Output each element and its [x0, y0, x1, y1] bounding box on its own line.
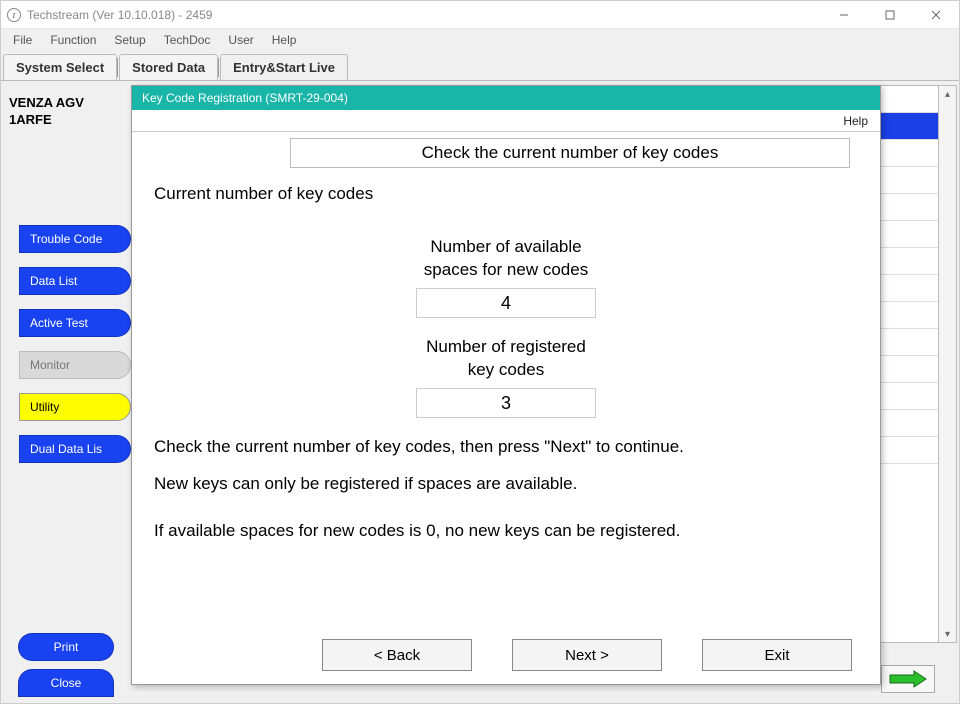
menu-function[interactable]: Function [42, 31, 104, 49]
available-label: Number of available spaces for new codes [160, 236, 852, 282]
dialog-instruction-2: New keys can only be registered if space… [154, 473, 852, 496]
forward-button[interactable] [881, 665, 935, 693]
dialog-heading: Check the current number of key codes [290, 138, 850, 168]
close-button[interactable] [913, 1, 959, 29]
data-list-button[interactable]: Data List [19, 267, 131, 295]
vehicle-info: VENZA AGV 1ARFE [1, 91, 131, 145]
menu-techdoc[interactable]: TechDoc [156, 31, 219, 49]
sidebar: VENZA AGV 1ARFE Trouble Code Data List A… [1, 81, 131, 703]
arrow-right-icon [888, 670, 928, 688]
available-value: 4 [416, 288, 596, 318]
tab-stored-data[interactable]: Stored Data [119, 54, 218, 80]
trouble-codes-button[interactable]: Trouble Code [19, 225, 131, 253]
minimize-button[interactable] [821, 1, 867, 29]
menu-setup[interactable]: Setup [106, 31, 153, 49]
main-area: VENZA AGV 1ARFE Trouble Code Data List A… [1, 81, 959, 703]
dialog-title: Key Code Registration (SMRT-29-004) [132, 86, 880, 110]
utility-button[interactable]: Utility [19, 393, 131, 421]
registered-label: Number of registered key codes [160, 336, 852, 382]
window-title: Techstream (Ver 10.10.018) - 2459 [27, 8, 212, 22]
menu-file[interactable]: File [5, 31, 40, 49]
tabstrip: System Select Stored Data Entry&Start Li… [1, 51, 959, 81]
next-button[interactable]: Next > [512, 639, 662, 671]
menu-help[interactable]: Help [264, 31, 305, 49]
menu-user[interactable]: User [220, 31, 261, 49]
vehicle-line1: VENZA AGV [9, 95, 123, 112]
key-code-dialog: Key Code Registration (SMRT-29-004) Help… [131, 85, 881, 685]
dialog-instruction-1: Check the current number of key codes, t… [154, 436, 852, 459]
active-test-button[interactable]: Active Test [19, 309, 131, 337]
tab-entry-start-live[interactable]: Entry&Start Live [220, 54, 348, 80]
tab-system-select[interactable]: System Select [3, 54, 117, 80]
app-icon: t [7, 8, 21, 22]
print-button[interactable]: Print [18, 633, 114, 661]
back-button[interactable]: < Back [322, 639, 472, 671]
dual-data-list-button[interactable]: Dual Data Lis [19, 435, 131, 463]
exit-button[interactable]: Exit [702, 639, 852, 671]
app-window: t Techstream (Ver 10.10.018) - 2459 File… [0, 0, 960, 704]
scroll-up-icon[interactable]: ▴ [942, 88, 954, 100]
monitor-button[interactable]: Monitor [19, 351, 131, 379]
close-app-button[interactable]: Close [18, 669, 114, 697]
scroll-down-icon[interactable]: ▾ [942, 628, 954, 640]
dialog-help-link[interactable]: Help [843, 114, 868, 128]
titlebar: t Techstream (Ver 10.10.018) - 2459 [1, 1, 959, 29]
scrollbar[interactable]: ▴ ▾ [939, 85, 957, 643]
menubar: File Function Setup TechDoc User Help [1, 29, 959, 51]
vehicle-line2: 1ARFE [9, 112, 123, 129]
maximize-button[interactable] [867, 1, 913, 29]
registered-value: 3 [416, 388, 596, 418]
dialog-instruction-3: If available spaces for new codes is 0, … [154, 520, 852, 543]
dialog-subheading: Current number of key codes [154, 184, 852, 204]
